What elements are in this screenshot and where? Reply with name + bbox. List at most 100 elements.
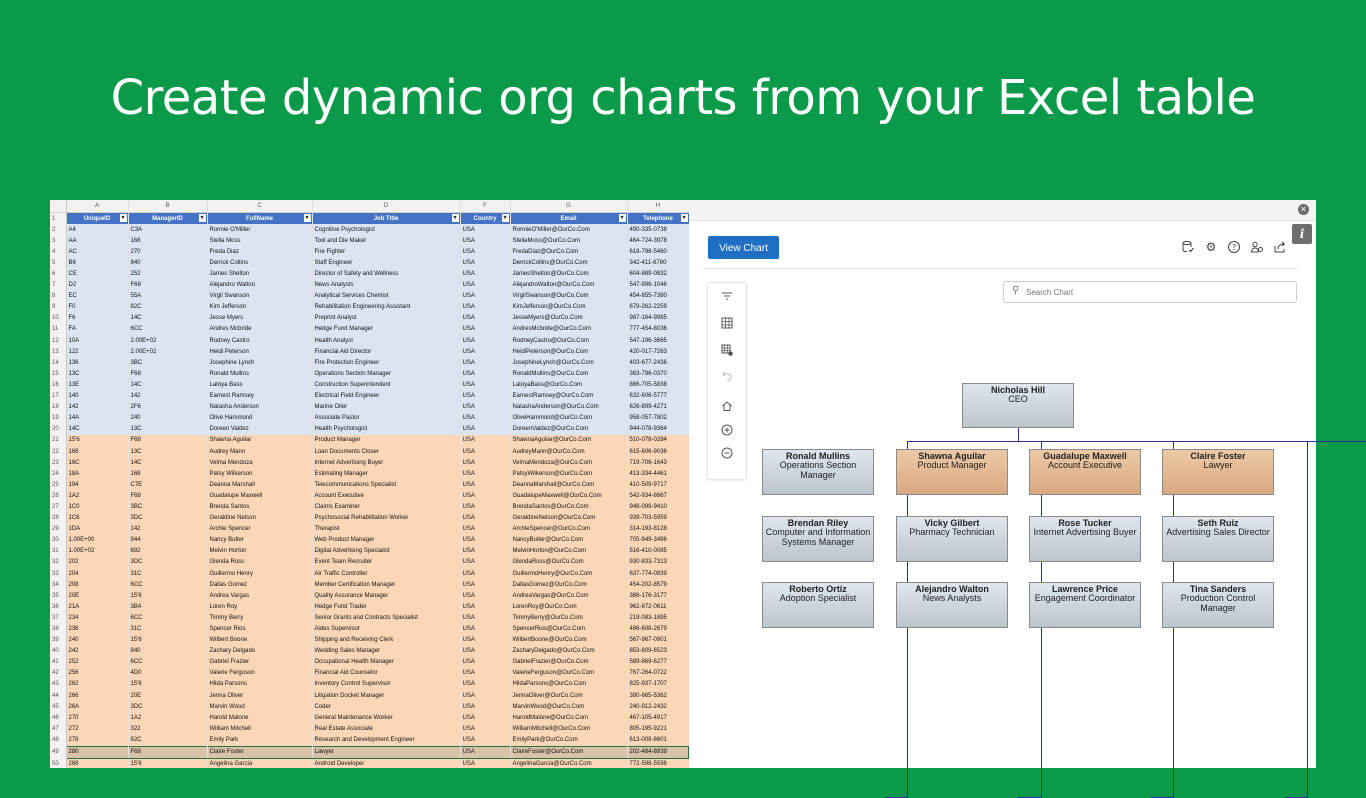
table-cell[interactable]: DallasGomez@OurCo.Com: [510, 579, 628, 591]
row-number[interactable]: 17: [50, 390, 67, 402]
column-letter[interactable]: A: [66, 200, 129, 213]
row-number[interactable]: 41: [50, 656, 67, 668]
row-number[interactable]: 28: [50, 512, 67, 524]
people-icon[interactable]: [1250, 240, 1264, 254]
table-cell[interactable]: Event Team Recruiter: [312, 556, 461, 568]
database-check-icon[interactable]: [1181, 240, 1195, 254]
table-cell[interactable]: Stella Moss: [207, 235, 313, 247]
table-cell[interactable]: Internet Advertising Buyer: [312, 457, 461, 469]
table-cell[interactable]: 21A: [66, 601, 129, 613]
table-cell[interactable]: Glenda Ross: [207, 556, 313, 568]
table-cell[interactable]: 168: [128, 468, 208, 480]
table-cell[interactable]: DeannaMarshall@OurCo.Com: [510, 479, 628, 491]
table-cell[interactable]: Hedge Fund Trader: [312, 601, 461, 613]
row-number[interactable]: 24: [50, 468, 67, 480]
table-cell[interactable]: F68: [128, 745, 208, 759]
table-cell[interactable]: 142: [128, 523, 208, 535]
table-cell[interactable]: USA: [460, 235, 511, 247]
table-cell[interactable]: Marine Oiler: [312, 401, 461, 413]
row-number[interactable]: 14: [50, 357, 67, 369]
org-node[interactable]: Alejandro Walton News Analysts: [896, 582, 1008, 628]
table-cell[interactable]: EarnestRamsey@OurCo.Com: [510, 390, 628, 402]
close-icon[interactable]: ✕: [1298, 204, 1309, 215]
table-cell[interactable]: SpencerRios@OurCo.Com: [510, 623, 628, 635]
table-cell[interactable]: Andres Mcbride: [207, 323, 313, 336]
table-cell[interactable]: F68: [128, 434, 208, 446]
table-cell[interactable]: Earnest Ramsey: [207, 390, 313, 402]
table-cell[interactable]: ShawnaAguilar@OurCo.Com: [510, 434, 628, 446]
table-cell[interactable]: GuadalupeMaxwell@OurCo.Com: [510, 490, 628, 502]
row-number[interactable]: 30: [50, 534, 67, 546]
row-number[interactable]: 47: [50, 723, 67, 735]
row-number[interactable]: 23: [50, 457, 67, 469]
view-chart-button[interactable]: View Chart: [708, 236, 779, 259]
table-cell[interactable]: 31C: [128, 568, 208, 580]
table-cell[interactable]: Velma Mendoza: [207, 457, 313, 469]
table-cell[interactable]: JosephineLynch@OurCo.Com: [510, 357, 628, 369]
table-cell[interactable]: 6CC: [128, 323, 208, 336]
table-cell[interactable]: GlendaRoss@OurCo.Com: [510, 556, 628, 568]
table-cell[interactable]: USA: [460, 556, 511, 568]
table-cell[interactable]: Financial Aid Director: [312, 346, 461, 358]
table-cell[interactable]: USA: [460, 312, 511, 324]
table-cell[interactable]: Analytical Services Chemist: [312, 290, 461, 302]
table-cell[interactable]: USA: [460, 257, 511, 269]
org-node[interactable]: Claire Foster Lawyer: [1162, 449, 1274, 495]
table-cell[interactable]: USA: [460, 346, 511, 358]
undo-icon[interactable]: [717, 369, 737, 387]
table-cell[interactable]: DerrickCollins@OurCo.Com: [510, 257, 628, 269]
table-cell[interactable]: 252: [66, 656, 129, 668]
org-node[interactable]: Rose Tucker Internet Advertising Buyer: [1029, 516, 1141, 562]
table-cell[interactable]: 20E: [128, 690, 208, 702]
table-cell[interactable]: USA: [460, 579, 511, 591]
table-cell[interactable]: 962-872-0611: [627, 601, 689, 613]
table-cell[interactable]: F68: [128, 368, 208, 380]
row-number[interactable]: 40: [50, 645, 67, 657]
table-cell[interactable]: USA: [460, 656, 511, 668]
row-number[interactable]: 12: [50, 335, 67, 347]
table-cell[interactable]: Psychosocial Rehabilitation Worker: [312, 512, 461, 524]
table-cell[interactable]: 14C: [128, 379, 208, 391]
table-cell[interactable]: AlejandroWalton@OurCo.Com: [510, 279, 628, 291]
table-cell[interactable]: USA: [460, 290, 511, 302]
table-cell[interactable]: 240-912-2432: [627, 701, 689, 713]
table-cell[interactable]: Patsy Wilkerson: [207, 468, 313, 480]
table-cell[interactable]: HeidiPeterson@OurCo.Com: [510, 346, 628, 358]
table-cell[interactable]: 262: [66, 678, 129, 691]
table-cell[interactable]: Web Product Manager: [312, 534, 461, 546]
table-cell[interactable]: USA: [460, 279, 511, 291]
table-cell[interactable]: USA: [460, 623, 511, 635]
table-cell[interactable]: 202-484-8939: [627, 745, 689, 759]
table-cell[interactable]: 13C: [128, 423, 208, 435]
row-number[interactable]: 44: [50, 690, 67, 702]
table-cell[interactable]: James Shelton: [207, 268, 313, 280]
table-cell[interactable]: Olive Hammond: [207, 412, 313, 424]
table-cell[interactable]: DoreenValdez@OurCo.Com: [510, 423, 628, 435]
table-cell[interactable]: 342-411-6780: [627, 257, 689, 269]
table-cell[interactable]: Marvin Wood: [207, 701, 313, 713]
table-cell[interactable]: FA: [66, 323, 129, 336]
table-cell[interactable]: USA: [460, 645, 511, 657]
row-number[interactable]: 21: [50, 434, 67, 446]
table-cell[interactable]: 322: [128, 723, 208, 735]
table-cell[interactable]: 410-509-9717: [627, 479, 689, 491]
table-cell[interactable]: USA: [460, 667, 511, 679]
table-cell[interactable]: Lawyer: [312, 745, 461, 759]
table-cell[interactable]: AA: [66, 235, 129, 247]
table-cell[interactable]: Derrick Collins: [207, 257, 313, 269]
org-node[interactable]: Ronald Mullins Operations Section Manager: [762, 449, 874, 495]
table-cell[interactable]: Therapist: [312, 523, 461, 535]
table-cell[interactable]: USA: [460, 545, 511, 557]
table-cell[interactable]: 13C: [66, 368, 129, 380]
table-cell[interactable]: 142: [66, 401, 129, 413]
table-cell[interactable]: EmilyPark@OurCo.Com: [510, 734, 628, 746]
row-number[interactable]: 8: [50, 290, 67, 302]
table-cell[interactable]: StellaMoss@OurCo.Com: [510, 235, 628, 247]
table-cell[interactable]: Jesse Myers: [207, 312, 313, 324]
table-cell[interactable]: 13E: [66, 379, 129, 391]
share-icon[interactable]: [1273, 240, 1287, 254]
table-cell[interactable]: AngelinaGarcia@OurCo.Com: [510, 758, 628, 768]
table-cell[interactable]: USA: [460, 479, 511, 491]
table-cell[interactable]: USA: [460, 568, 511, 580]
table-cell[interactable]: Product Manager: [312, 434, 461, 446]
